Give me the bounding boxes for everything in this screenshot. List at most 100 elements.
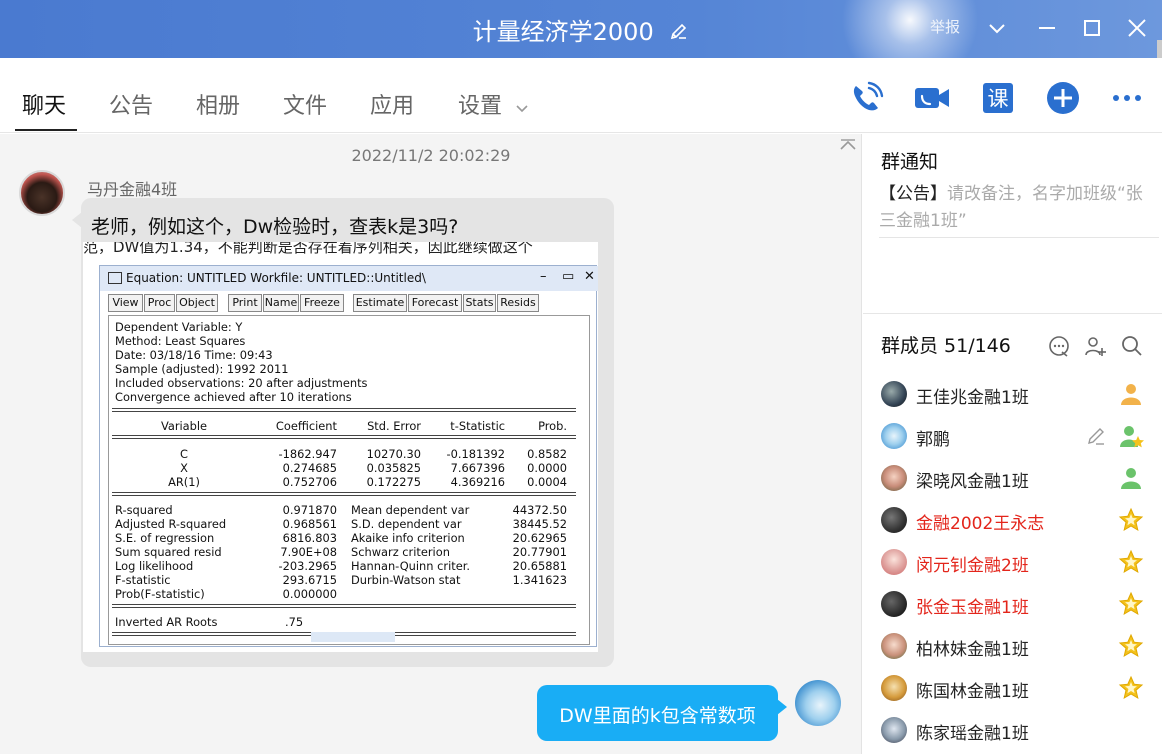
table-cell: -1862.947: [278, 447, 337, 461]
collapse-up-icon[interactable]: [839, 136, 857, 155]
member-row[interactable]: 梁晓风金融1班: [863, 457, 1162, 499]
eviews-header-line: Method: Least Squares: [115, 334, 246, 348]
scrollbar-thumb[interactable]: [1157, 40, 1162, 58]
tab-announcements[interactable]: 公告: [109, 88, 153, 120]
eviews-btn-proc: Proc: [144, 294, 175, 312]
message-bubble-sent[interactable]: DW里面的k包含常数项: [537, 685, 787, 741]
screenshot-cut-text: 范，DW值为1.34，不能判断是否存在着序列相关，因此继续做这个: [83, 242, 533, 256]
stat-value: 0.968561: [282, 517, 337, 531]
member-chat-icon[interactable]: [1047, 334, 1071, 358]
table-cell: 10270.30: [366, 447, 421, 461]
member-row[interactable]: 张金玉金融1班: [863, 583, 1162, 625]
edit-icon[interactable]: [1085, 425, 1107, 447]
eviews-rule: [112, 408, 576, 412]
table-cell: 0.035825: [366, 461, 421, 475]
member-name: 王佳兆金融1班: [916, 388, 1029, 408]
stat-value: 20.77901: [512, 545, 567, 559]
stat-label: S.D. dependent var: [351, 517, 462, 531]
members-count: 51/146: [944, 335, 1011, 357]
group-notice-title[interactable]: 群通知: [881, 147, 938, 174]
eviews-btn-estimate: Estimate: [353, 294, 407, 312]
member-avatar: [881, 633, 907, 659]
tab-chat[interactable]: 聊天: [22, 88, 66, 120]
stat-label: Schwarz criterion: [351, 545, 450, 559]
attached-screenshot[interactable]: 范，DW值为1.34，不能判断是否存在着序列相关，因此继续做这个 Equatio…: [83, 242, 598, 652]
eviews-minimize-icon: –: [540, 269, 547, 284]
stat-value: -203.2965: [278, 559, 337, 573]
message-bubble-received[interactable]: 老师，例如这个，Dw检验时，查表k是3吗? 范，DW值为1.34，不能判断是否存…: [72, 198, 614, 667]
table-cell: C: [180, 447, 188, 461]
stat-value: 20.62965: [512, 531, 567, 545]
stat-label: Mean dependent var: [351, 503, 470, 517]
table-cell: 0.8582: [527, 447, 567, 461]
stat-value: 20.65881: [512, 559, 567, 573]
table-cell: 0.0000: [527, 461, 567, 475]
tab-album[interactable]: 相册: [196, 88, 240, 120]
tab-files[interactable]: 文件: [283, 88, 327, 120]
chat-area[interactable]: 2022/11/2 20:02:29 马丹金融4班 老师，例如这个，Dw检验时，…: [0, 134, 862, 754]
member-avatar: [881, 591, 907, 617]
member-name: 张金玉金融1班: [916, 598, 1029, 618]
report-button[interactable]: 举报: [930, 16, 960, 37]
maximize-icon[interactable]: [1078, 14, 1106, 42]
eviews-output: Dependent Variable: Y Method: Least Squa…: [108, 315, 590, 645]
member-row[interactable]: 王佳兆金融1班: [863, 373, 1162, 415]
close-icon[interactable]: [1123, 14, 1151, 42]
stat-value: 0.971870: [282, 503, 337, 517]
member-row[interactable]: 陈家瑶金融1班: [863, 709, 1162, 751]
table-cell: 0.172275: [366, 475, 421, 489]
tab-apps[interactable]: 应用: [370, 88, 414, 120]
stat-label: Log likelihood: [115, 559, 194, 573]
stat-label: Sum squared resid: [115, 545, 222, 559]
eviews-btn-stats: Stats: [463, 294, 496, 312]
member-row[interactable]: 闵元钊金融2班: [863, 541, 1162, 583]
sender-avatar[interactable]: [19, 170, 65, 216]
member-name: 柏林妹金融1班: [916, 640, 1029, 660]
member-avatar: [881, 675, 907, 701]
member-row[interactable]: 郭鹏: [863, 415, 1162, 457]
member-name: 郭鹏: [916, 430, 950, 450]
search-members-icon[interactable]: [1120, 334, 1144, 358]
more-icon[interactable]: [1109, 80, 1145, 116]
dropdown-chevron-icon[interactable]: [983, 14, 1011, 42]
eviews-header-line: Included observations: 20 after adjustme…: [115, 376, 368, 390]
eviews-btn-name: Name: [263, 294, 299, 312]
eviews-rule: [112, 435, 576, 439]
eviews-btn-view: View: [108, 294, 143, 312]
stat-value: 293.6715: [282, 573, 337, 587]
chevron-down-icon: [515, 95, 529, 120]
panel-divider: [863, 313, 1162, 314]
edit-title-icon[interactable]: [669, 19, 689, 47]
members-label: 群成员: [881, 335, 939, 357]
stat-value: 1.341623: [512, 573, 567, 587]
class-icon[interactable]: 课: [980, 80, 1016, 116]
stat-label: Prob(F-statistic): [115, 587, 205, 601]
eviews-rule: [112, 492, 576, 496]
self-avatar[interactable]: [795, 680, 841, 726]
stat-label: Hannan-Quinn criter.: [351, 559, 470, 573]
selection-highlight: [311, 632, 395, 642]
eviews-rule: [112, 604, 576, 608]
add-circle-icon[interactable]: [1045, 80, 1081, 116]
member-row[interactable]: 陈国林金融1班: [863, 667, 1162, 709]
tab-settings[interactable]: 设置: [458, 88, 529, 120]
minimize-icon[interactable]: [1033, 14, 1061, 42]
video-icon[interactable]: [914, 80, 950, 116]
sender-name[interactable]: 马丹金融4班: [87, 176, 177, 200]
title-bar: 计量经济学2000 举报: [0, 0, 1162, 100]
table-cell: 0.0004: [527, 475, 567, 489]
group-notice-body[interactable]: 【公告】请改备注，名字加班级“张三金融1班”: [879, 181, 1159, 238]
add-member-icon[interactable]: [1083, 334, 1107, 358]
member-row[interactable]: 柏林妹金融1班: [863, 625, 1162, 667]
roots-value: .75: [285, 615, 304, 629]
member-avatar: [881, 507, 907, 533]
active-tab-underline: [15, 129, 77, 131]
member-row[interactable]: 金融2002王永志: [863, 499, 1162, 541]
phone-icon[interactable]: [848, 80, 884, 116]
col-prob: Prob.: [538, 419, 567, 433]
notice-tag: 【公告】: [879, 184, 947, 204]
stat-label: S.E. of regression: [115, 531, 215, 545]
member-name: 陈家瑶金融1班: [916, 724, 1029, 744]
star-badge-icon: [1118, 591, 1144, 617]
member-name: 金融2002王永志: [916, 514, 1045, 534]
